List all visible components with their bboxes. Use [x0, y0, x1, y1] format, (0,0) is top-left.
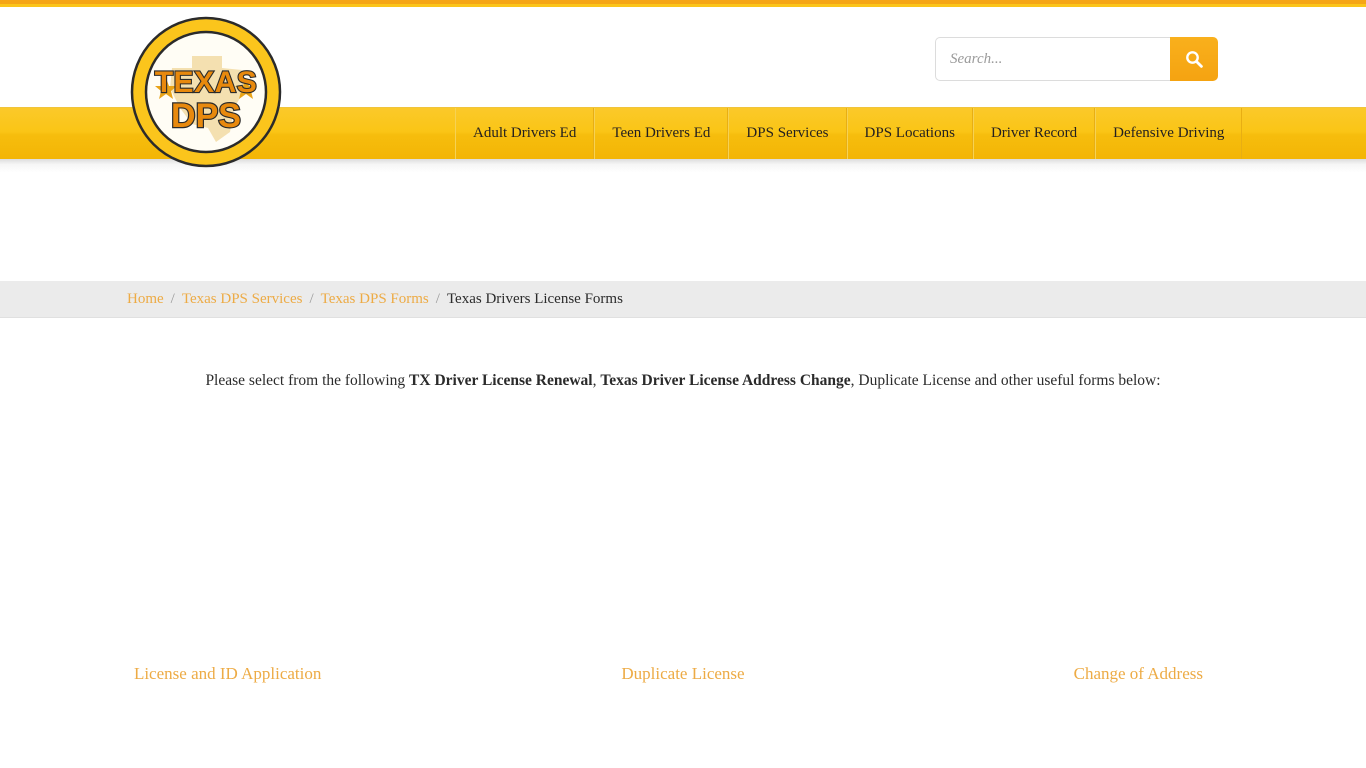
nav-item-adult-drivers-ed[interactable]: Adult Drivers Ed	[455, 108, 595, 159]
nav-item-dps-locations[interactable]: DPS Locations	[846, 108, 973, 159]
search-form	[935, 37, 1218, 81]
form-card-license-and-id-application: License and ID Application	[0, 664, 455, 684]
forms-row: License and ID Application Duplicate Lic…	[0, 664, 1366, 684]
form-card-change-of-address: Change of Address	[911, 664, 1366, 684]
search-icon	[1184, 49, 1204, 69]
form-link-change-of-address[interactable]: Change of Address	[1074, 664, 1203, 683]
breadcrumb-separator: /	[170, 290, 175, 307]
breadcrumb-separator: /	[435, 290, 440, 307]
nav-item-dps-services[interactable]: DPS Services	[728, 108, 847, 159]
nav-item-teen-drivers-ed[interactable]: Teen Drivers Ed	[594, 108, 729, 159]
intro-text-1: Please select from the following	[205, 371, 410, 389]
breadcrumb-item-texas-dps-services[interactable]: Texas DPS Services	[182, 291, 303, 308]
nav-items: Adult Drivers Ed Teen Drivers Ed DPS Ser…	[455, 108, 1243, 159]
search-input[interactable]	[935, 37, 1170, 81]
texas-dps-logo-svg: TEXAS DPS	[130, 16, 282, 168]
intro-bold-address-change: Texas Driver License Address Change	[600, 371, 851, 389]
form-link-duplicate-license[interactable]: Duplicate License	[621, 664, 744, 683]
site-header: TEXAS DPS	[0, 7, 1366, 168]
texas-dps-logo[interactable]: TEXAS DPS	[130, 16, 282, 168]
search-button[interactable]	[1170, 37, 1218, 81]
form-card-duplicate-license: Duplicate License	[455, 664, 910, 684]
nav-item-defensive-driving[interactable]: Defensive Driving	[1095, 108, 1243, 159]
breadcrumb-separator: /	[309, 290, 314, 307]
form-link-license-and-id-application[interactable]: License and ID Application	[134, 664, 321, 683]
nav-item-driver-record[interactable]: Driver Record	[972, 108, 1096, 159]
breadcrumb-item-home[interactable]: Home	[127, 291, 164, 308]
logo-text-texas: TEXAS	[155, 66, 258, 99]
intro-text-3: , Duplicate License and other useful for…	[850, 371, 1161, 389]
breadcrumb-item-current: Texas Drivers License Forms	[446, 290, 623, 307]
intro-bold-renewal: TX Driver License Renewal	[409, 371, 593, 389]
breadcrumb: Home / Texas DPS Services / Texas DPS Fo…	[127, 291, 623, 308]
intro-paragraph: Please select from the following TX Driv…	[0, 334, 1366, 392]
breadcrumb-bar: Home / Texas DPS Services / Texas DPS Fo…	[0, 281, 1366, 318]
main-content: Please select from the following TX Driv…	[0, 333, 1366, 768]
logo-text-dps: DPS	[171, 97, 241, 135]
banner-area	[0, 173, 1366, 281]
breadcrumb-item-texas-dps-forms[interactable]: Texas DPS Forms	[321, 291, 429, 308]
